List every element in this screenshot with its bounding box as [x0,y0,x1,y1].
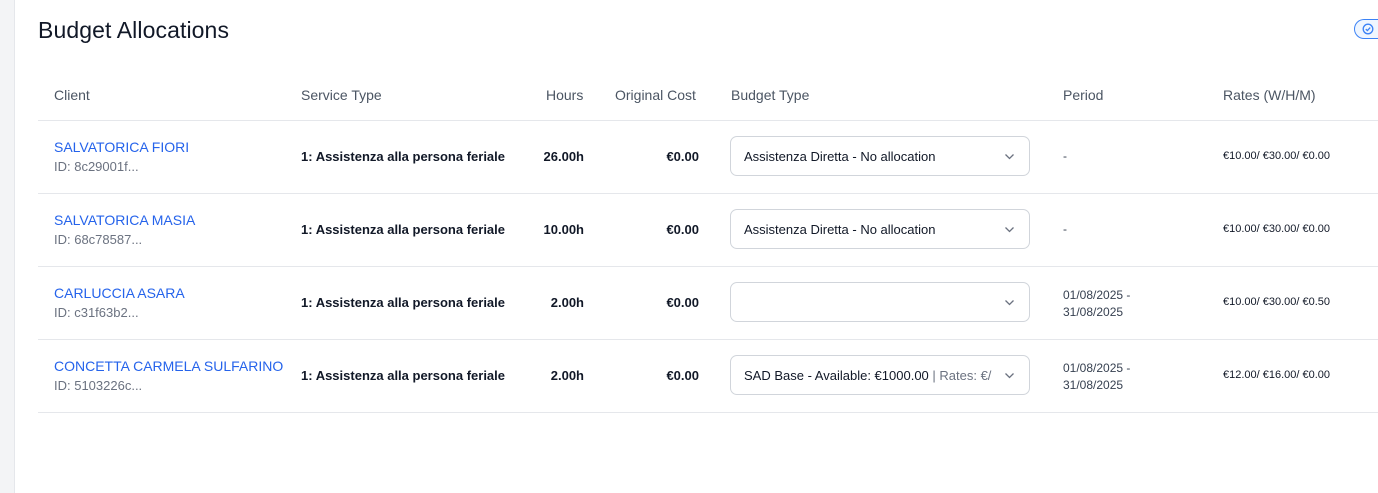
header-period: Period [1063,87,1104,103]
client-id: ID: 8c29001f... [54,159,139,174]
table-header: Client Service Type Hours Original Cost … [38,70,1378,121]
client-name-link[interactable]: CONCETTA CARMELA SULFARINO [54,358,283,374]
service-type: 1: Assistenza alla persona feriale [301,295,506,310]
client-id: ID: 68c78587... [54,232,143,247]
client-name-link[interactable]: SALVATORICA FIORI [54,139,189,155]
budget-type-select[interactable]: Assistenza Diretta - No allocation [730,136,1030,176]
table-row: CARLUCCIA ASARA ID: c31f63b2... 1: Assis… [38,267,1378,340]
budget-type-value: SAD Base - Available: €1000.00 | Rates: … [744,368,992,383]
service-type: 1: Assistenza alla persona feriale [301,222,506,237]
table-row: CONCETTA CARMELA SULFARINO ID: 5103226c.… [38,340,1378,413]
check-circle-icon [1362,23,1374,35]
budget-type-value: Assistenza Diretta - No allocation [744,222,936,237]
chevron-down-icon [1005,373,1014,379]
hours-value: 2.00h [550,368,584,383]
table-row: SALVATORICA FIORI ID: 8c29001f... 1: Ass… [38,121,1378,194]
client-name-link[interactable]: SALVATORICA MASIA [54,212,195,228]
budget-type-select[interactable]: SAD Base - Available: €1000.00 | Rates: … [730,355,1030,395]
chevron-down-icon [1005,300,1014,306]
period-value: - [1063,222,1067,236]
hours-value: 10.00h [543,222,584,237]
allocations-table: Client Service Type Hours Original Cost … [38,70,1378,413]
original-cost-value: €0.00 [666,368,699,383]
budget-allocations-panel: Budget Allocations Client Service Type H… [15,0,1378,493]
budget-type-select[interactable]: Assistenza Diretta - No allocation [730,209,1030,249]
budget-type-value: Assistenza Diretta - No allocation [744,149,936,164]
chevron-down-icon [1005,227,1014,233]
header-rates: Rates (W/H/M) [1223,87,1316,103]
period-value: - [1063,149,1067,163]
rates-value: €10.00/ €30.00/ €0.00 [1223,150,1331,162]
rates-value: €10.00/ €30.00/ €0.50 [1223,296,1331,308]
left-edge-strip [0,0,15,493]
period-value: 01/08/2025 -31/08/2025 [1063,288,1131,319]
budget-type-select[interactable] [730,282,1030,322]
header-hours: Hours [546,87,584,103]
rates-value: €12.00/ €16.00/ €0.00 [1223,369,1331,381]
header-budget-type: Budget Type [731,87,810,103]
service-type: 1: Assistenza alla persona feriale [301,368,506,383]
client-id: ID: 5103226c... [54,378,143,393]
page-title: Budget Allocations [38,17,230,43]
client-id: ID: c31f63b2... [54,305,139,320]
header-service-type: Service Type [301,87,382,103]
hours-value: 26.00h [543,149,584,164]
original-cost-value: €0.00 [666,295,699,310]
corner-action-button[interactable] [1354,19,1378,39]
chevron-down-icon [1005,154,1014,160]
rates-value: €10.00/ €30.00/ €0.00 [1223,223,1331,235]
hours-value: 2.00h [550,295,584,310]
header-client: Client [54,87,90,103]
original-cost-value: €0.00 [666,222,699,237]
header-original-cost: Original Cost [615,87,696,103]
table-row: SALVATORICA MASIA ID: 68c78587... 1: Ass… [38,194,1378,267]
original-cost-value: €0.00 [666,149,699,164]
period-value: 01/08/2025 -31/08/2025 [1063,361,1131,392]
client-name-link[interactable]: CARLUCCIA ASARA [54,285,185,301]
service-type: 1: Assistenza alla persona feriale [301,149,506,164]
